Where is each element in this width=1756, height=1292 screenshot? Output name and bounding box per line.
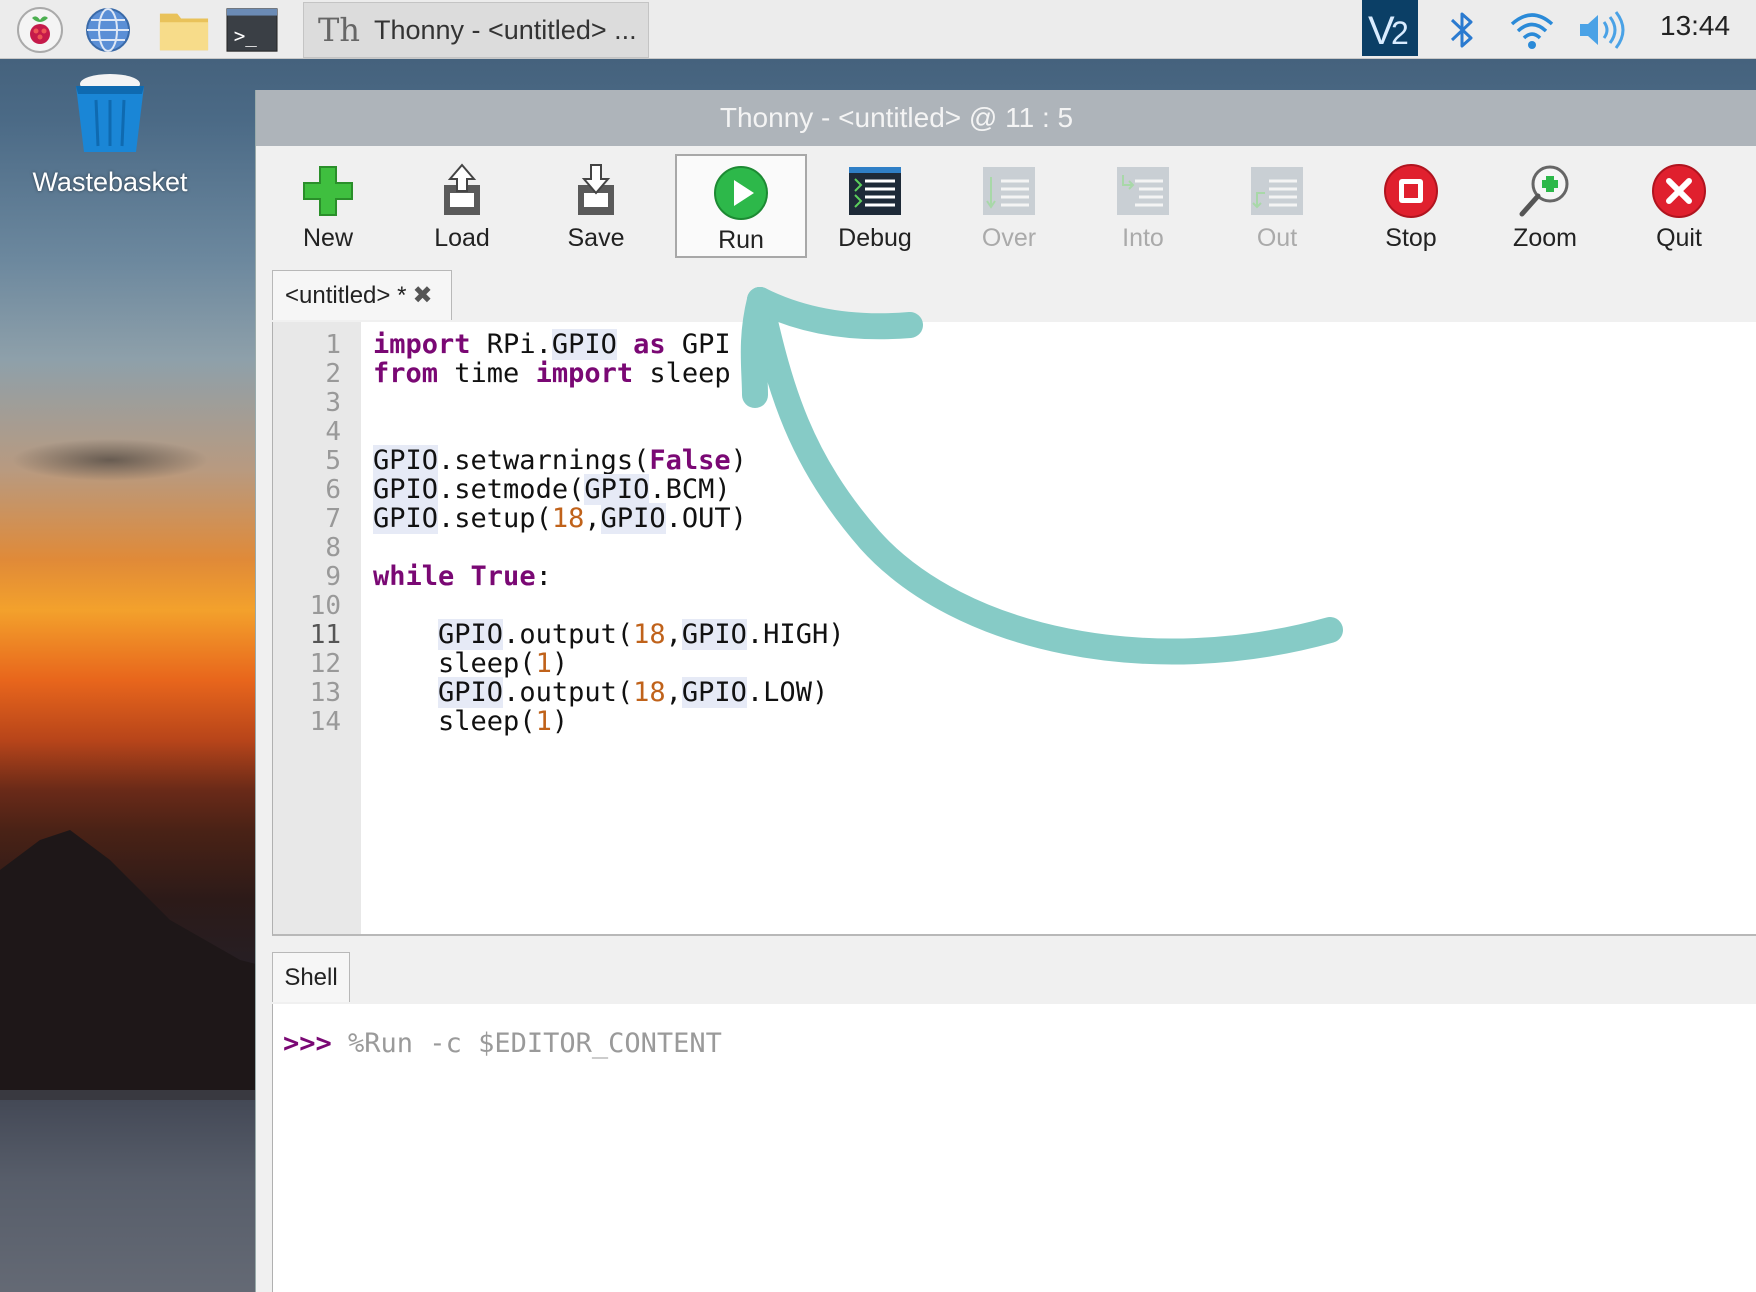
editor-tabbar: <untitled> * ✖ <box>272 270 1756 323</box>
raspberry-menu-icon[interactable] <box>14 4 66 56</box>
line-number: 14 <box>309 707 341 737</box>
code-line-12: sleep(1) <box>438 648 569 679</box>
code-line-5: GPIO.setwarnings(False) <box>373 445 747 476</box>
code-area[interactable]: import RPi.GPIO as GPI from time import … <box>373 322 1753 934</box>
stop-icon <box>1384 164 1438 218</box>
tab-untitled[interactable]: <untitled> * ✖ <box>272 270 452 320</box>
file-manager-icon[interactable] <box>158 4 210 56</box>
svg-text:2: 2 <box>1391 15 1409 51</box>
load-icon <box>444 163 480 215</box>
play-icon <box>714 166 768 220</box>
new-button[interactable]: New <box>263 154 393 258</box>
wastebasket-label: Wastebasket <box>32 167 188 197</box>
close-icon <box>1652 164 1706 218</box>
line-number: 1 <box>325 330 341 360</box>
save-icon <box>578 164 614 215</box>
window-title: Thonny - <untitled> @ 11 : 5 <box>719 102 1074 133</box>
save-button[interactable]: Save <box>531 154 661 258</box>
code-line-13: GPIO.output(18,GPIO.LOW) <box>438 677 829 708</box>
line-number: 13 <box>309 678 341 708</box>
code-line-2: from time import sleep <box>373 358 731 389</box>
volume-icon[interactable] <box>1576 4 1628 56</box>
line-number: 9 <box>325 562 341 592</box>
step-out-icon <box>1251 167 1303 215</box>
step-into-button[interactable]: Into <box>1078 154 1208 258</box>
step-over-icon <box>983 167 1035 215</box>
shell-tabbar: Shell <box>272 952 1756 1005</box>
line-number: 11 <box>309 620 341 650</box>
toolbar: New Load Save Run Debug Over Into Out St… <box>256 146 1756 266</box>
stop-button[interactable]: Stop <box>1346 154 1476 258</box>
bluetooth-icon[interactable] <box>1436 4 1488 56</box>
code-line-14: sleep(1) <box>438 706 569 737</box>
thonny-window: Thonny - <untitled> @ 11 : 5 New Load Sa… <box>255 90 1756 1292</box>
code-line-11: GPIO.output(18,GPIO.HIGH) <box>438 619 845 650</box>
wifi-icon[interactable] <box>1506 4 1558 56</box>
step-out-button[interactable]: Out <box>1212 154 1342 258</box>
top-panel: >_ Th Thonny - <untitled> ... V 2 13:44 <box>0 0 1756 59</box>
svg-text:>_: >_ <box>234 25 258 48</box>
shell-command: %Run -c $EDITOR_CONTENT <box>348 1028 722 1059</box>
clock[interactable]: 13:44 <box>1660 10 1730 42</box>
vnc-icon[interactable]: V 2 <box>1362 0 1418 56</box>
load-button[interactable]: Load <box>397 154 527 258</box>
quit-button[interactable]: Quit <box>1614 154 1744 258</box>
shell-line: >>> %Run -c $EDITOR_CONTENT <box>283 1028 722 1059</box>
tab-shell[interactable]: Shell <box>272 952 350 1002</box>
line-number: 10 <box>309 591 341 621</box>
zoom-icon <box>1519 165 1569 217</box>
shell-prompt: >>> <box>283 1028 349 1059</box>
terminal-icon[interactable]: >_ <box>226 4 278 56</box>
line-number: 3 <box>325 388 341 418</box>
taskbar-thonny-button[interactable]: Th Thonny - <untitled> ... <box>303 2 649 58</box>
line-number: 2 <box>325 359 341 389</box>
code-line-1: import RPi.GPIO as GPI <box>373 329 731 360</box>
shell-tab-label: Shell <box>284 963 338 991</box>
run-button[interactable]: Run <box>675 154 807 258</box>
zoom-button[interactable]: Zoom <box>1480 154 1610 258</box>
line-number: 7 <box>325 504 341 534</box>
code-line-9: while True: <box>373 561 552 592</box>
plus-icon <box>303 166 353 216</box>
code-line-7: GPIO.setup(18,GPIO.OUT) <box>373 503 747 534</box>
close-icon[interactable]: ✖ <box>412 281 432 310</box>
thonny-app-icon: Th <box>318 11 360 49</box>
shell-console[interactable]: >>> %Run -c $EDITOR_CONTENT <box>272 1004 1756 1292</box>
line-number: 12 <box>309 649 341 679</box>
trash-icon <box>76 74 144 152</box>
step-into-icon <box>1117 167 1169 215</box>
line-number: 4 <box>325 417 341 447</box>
code-editor[interactable]: 1 2 3 4 5 6 7 8 9 10 11 12 13 14 import … <box>272 322 1756 936</box>
debug-icon <box>849 167 901 215</box>
wastebasket-desktop-icon[interactable]: Wastebasket <box>30 72 190 198</box>
line-number-gutter: 1 2 3 4 5 6 7 8 9 10 11 12 13 14 <box>273 322 361 934</box>
taskbar-title: Thonny - <untitled> ... <box>373 14 637 45</box>
window-titlebar[interactable]: Thonny - <untitled> @ 11 : 5 <box>256 90 1756 146</box>
web-browser-icon[interactable] <box>82 4 134 56</box>
code-line-6: GPIO.setmode(GPIO.BCM) <box>373 474 731 505</box>
line-number: 6 <box>325 475 341 505</box>
step-over-button[interactable]: Over <box>944 154 1074 258</box>
line-number: 5 <box>325 446 341 476</box>
debug-button[interactable]: Debug <box>810 154 940 258</box>
tab-label: <untitled> * <box>285 281 407 309</box>
line-number: 8 <box>325 533 341 563</box>
